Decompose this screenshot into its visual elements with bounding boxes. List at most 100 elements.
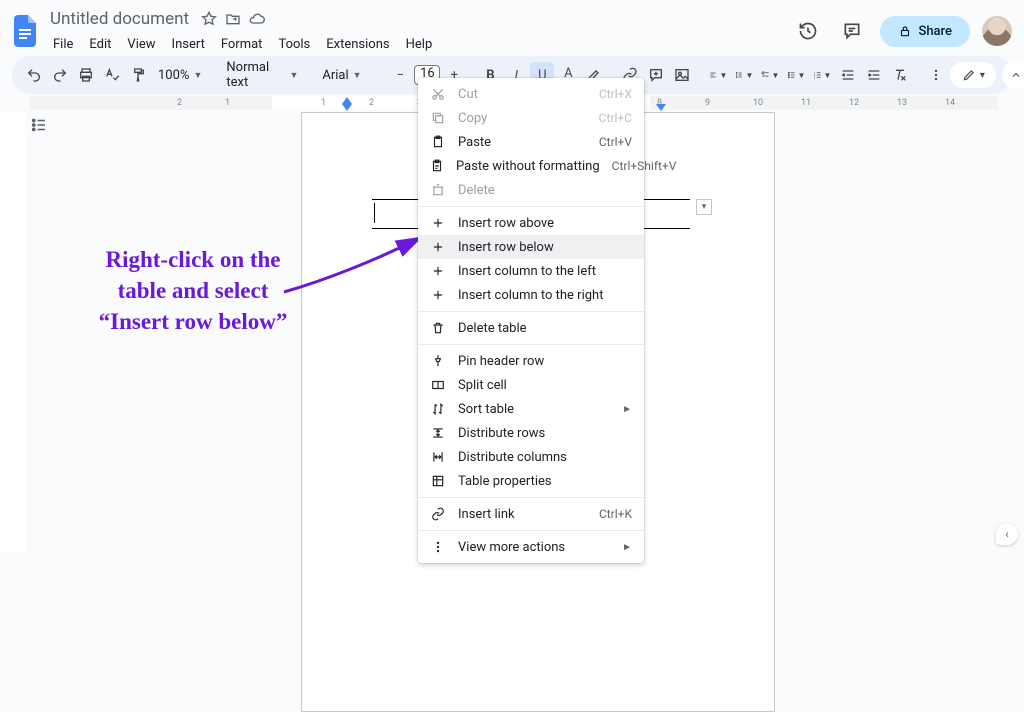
left-indent-marker[interactable] [342,104,352,111]
context-menu-label: Sort table [458,402,610,417]
menu-view[interactable]: View [120,33,162,56]
app-header: Untitled document File Edit View Insert … [0,0,1024,56]
context-menu-item-delete-table[interactable]: Delete table [418,316,644,340]
plus-icon [430,240,446,254]
vertical-ruler[interactable] [0,112,26,551]
editing-mode-button[interactable]: ▾ [950,62,996,88]
increase-indent-button[interactable] [862,62,886,88]
align-button[interactable]: ▼ [706,62,730,88]
menu-extensions[interactable]: Extensions [319,33,396,56]
context-menu-item-insert-row-below[interactable]: Insert row below [418,235,644,259]
context-menu-label: Copy [458,111,587,126]
context-menu-item-distribute-rows[interactable]: Distribute rows [418,421,644,445]
right-indent-marker[interactable] [656,104,666,111]
context-menu-label: Delete table [458,321,632,336]
print-button[interactable] [74,62,98,88]
cut-icon [430,87,446,101]
more-icon [430,540,446,554]
menu-file[interactable]: File [46,33,80,56]
context-menu-shortcut: Ctrl+K [599,507,632,521]
outline-toggle-icon[interactable] [30,116,48,551]
context-menu-item-delete: Delete [418,178,644,202]
star-icon[interactable] [201,11,217,27]
account-avatar[interactable] [982,16,1012,46]
comments-icon[interactable] [836,15,868,47]
collapse-toolbar-button[interactable] [1002,61,1024,89]
plus-icon [430,216,446,230]
menu-tools[interactable]: Tools [271,33,317,56]
more-toolbar-button[interactable] [924,62,948,88]
numbered-list-button[interactable]: 123▼ [810,62,834,88]
move-icon[interactable] [225,11,241,27]
menu-bar: File Edit View Insert Format Tools Exten… [46,33,439,56]
explore-button[interactable]: ‹ [996,523,1018,545]
font-select[interactable]: Arial▼ [316,68,376,83]
ruler-tick: 13 [897,98,907,108]
insert-image-button[interactable] [670,62,694,88]
context-menu-label: Insert row below [458,240,632,255]
context-menu-item-copy: CopyCtrl+C [418,106,644,130]
decrease-font-button[interactable]: − [388,62,412,88]
context-menu-label: Paste without formatting [456,159,600,174]
menu-edit[interactable]: Edit [82,33,118,56]
decrease-indent-button[interactable] [836,62,860,88]
context-menu-label: Insert column to the left [458,264,632,279]
ruler-tick: 11 [801,98,811,108]
first-line-indent-marker[interactable] [342,97,352,104]
context-menu-label: Table properties [458,474,632,489]
sort-icon [430,402,446,416]
history-icon[interactable] [792,15,824,47]
context-menu-label: Split cell [458,378,632,393]
context-menu-item-table-properties[interactable]: Table properties [418,469,644,493]
document-title[interactable]: Untitled document [46,7,193,31]
copy-icon [430,111,446,125]
context-menu-separator [418,344,644,345]
ruler-tick: 9 [705,98,710,108]
paragraph-style-select[interactable]: Normal text▼ [220,60,304,90]
text-cursor [374,203,375,223]
table-options-handle[interactable]: ▾ [696,199,712,215]
docs-logo[interactable] [12,13,40,49]
menu-insert[interactable]: Insert [165,33,212,56]
plus-icon [430,288,446,302]
context-menu-item-paste-without-formatting[interactable]: Paste without formattingCtrl+Shift+V [418,154,644,178]
paint-format-button[interactable] [126,62,150,88]
context-menu-label: View more actions [458,540,610,555]
title-block: Untitled document File Edit View Insert … [46,7,439,56]
paste-plain-icon [430,159,444,173]
bulleted-list-button[interactable]: ▼ [784,62,808,88]
spellcheck-button[interactable] [100,62,124,88]
context-menu-item-insert-column-to-the-left[interactable]: Insert column to the left [418,259,644,283]
context-menu-item-cut: CutCtrl+X [418,82,644,106]
context-menu-label: Distribute columns [458,450,632,465]
menu-format[interactable]: Format [214,33,270,56]
zoom-select[interactable]: 100%▼ [152,68,208,83]
pin-icon [430,354,446,368]
cloud-status-icon[interactable] [249,11,265,27]
context-menu-item-view-more-actions[interactable]: View more actions► [418,535,644,559]
checklist-button[interactable]: ▼ [758,62,782,88]
context-menu-separator [418,530,644,531]
context-menu-item-sort-table[interactable]: Sort table► [418,397,644,421]
context-menu-item-split-cell[interactable]: Split cell [418,373,644,397]
redo-button[interactable] [48,62,72,88]
context-menu-item-distribute-columns[interactable]: Distribute columns [418,445,644,469]
context-menu-label: Pin header row [458,354,632,369]
line-spacing-button[interactable]: ▼ [732,62,756,88]
clear-formatting-button[interactable] [888,62,912,88]
context-menu-shortcut: Ctrl+V [599,135,632,149]
menu-help[interactable]: Help [399,33,440,56]
context-menu-separator [418,497,644,498]
context-menu-label: Cut [458,87,587,102]
undo-button[interactable] [22,62,46,88]
context-menu-item-insert-link[interactable]: Insert linkCtrl+K [418,502,644,526]
context-menu-item-pin-header-row[interactable]: Pin header row [418,349,644,373]
context-menu-item-insert-row-above[interactable]: Insert row above [418,211,644,235]
ruler-tick: 2 [369,98,374,108]
insert-comment-button[interactable] [644,62,668,88]
context-menu-item-paste[interactable]: PasteCtrl+V [418,130,644,154]
context-menu-item-insert-column-to-the-right[interactable]: Insert column to the right [418,283,644,307]
share-button[interactable]: Share [880,16,970,47]
share-label: Share [918,24,952,39]
lock-icon [898,24,912,38]
